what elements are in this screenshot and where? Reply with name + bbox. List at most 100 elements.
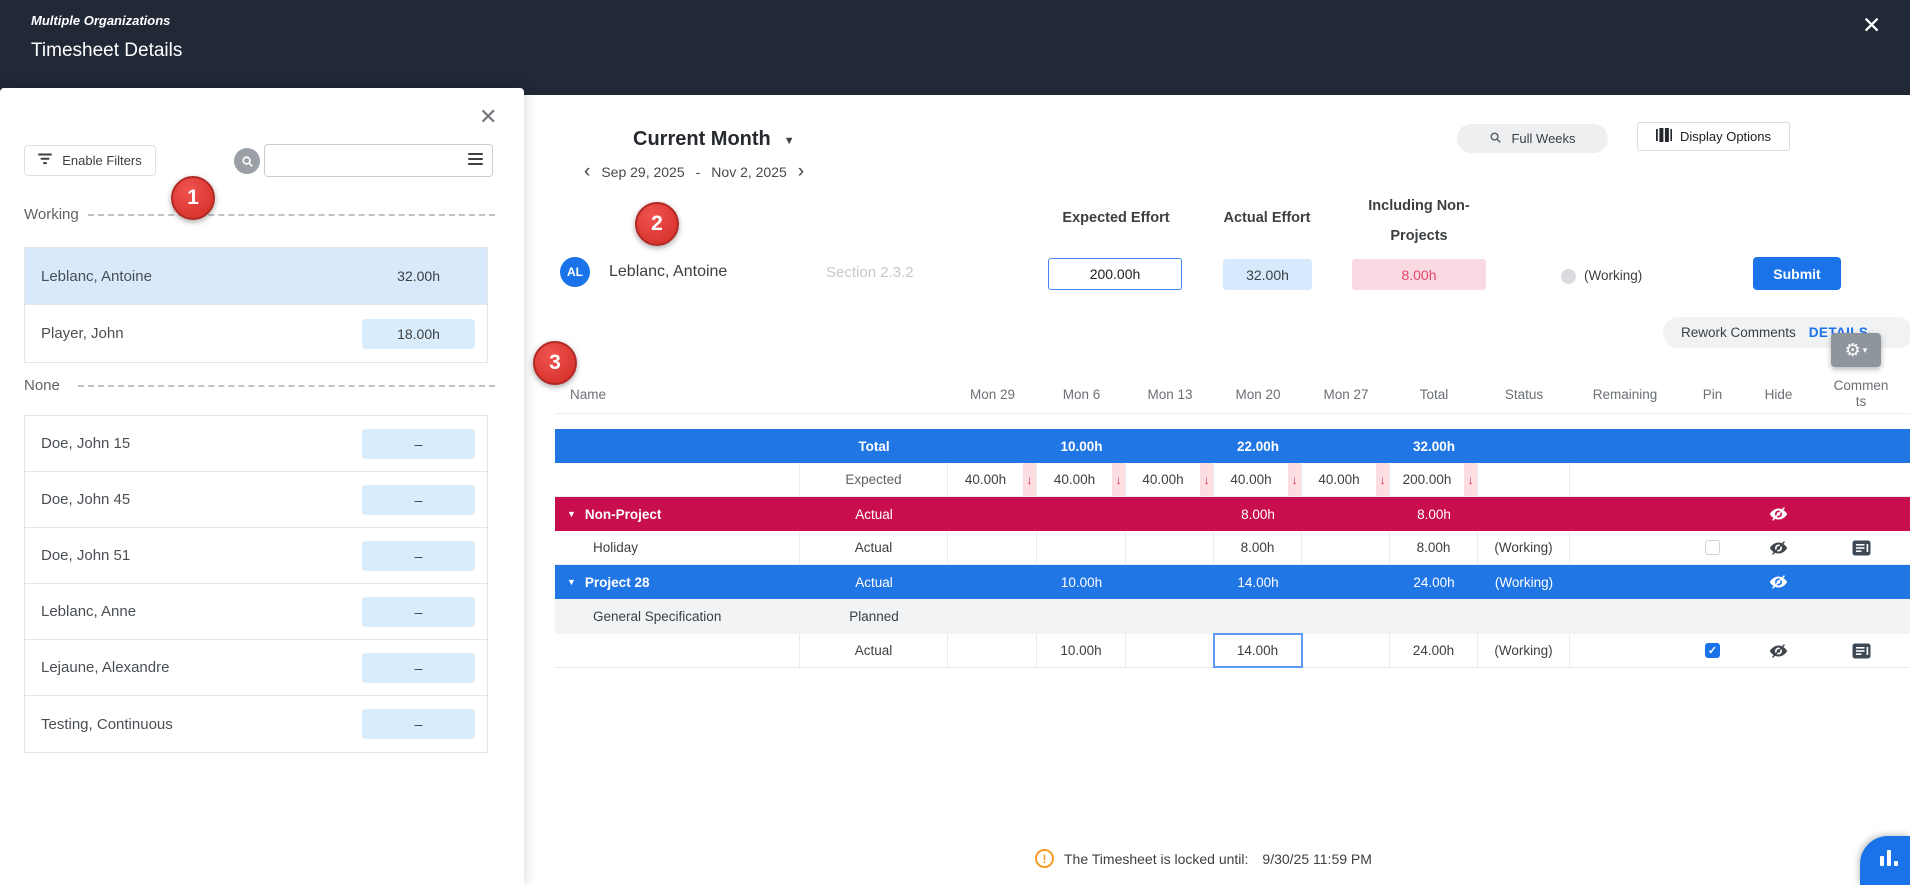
category-name: Project 28 bbox=[585, 575, 650, 590]
group-label-working: Working bbox=[24, 206, 79, 223]
collapse-caret-icon[interactable]: ▼ bbox=[567, 509, 576, 519]
annotation-badge-3: 3 bbox=[533, 341, 577, 385]
gear-icon: ⚙ bbox=[1845, 341, 1861, 359]
expected-mon27: 40.00h bbox=[1302, 472, 1376, 487]
arrow-down-icon: ↓ bbox=[1112, 463, 1125, 496]
actual-mon6[interactable]: 10.00h bbox=[1037, 634, 1126, 667]
actual-effort-header: Actual Effort bbox=[1192, 210, 1342, 226]
actual-mon29[interactable] bbox=[948, 634, 1037, 667]
col-header-name: Name bbox=[555, 375, 800, 413]
comment-icon[interactable] bbox=[1812, 531, 1910, 564]
prev-period-icon[interactable]: ‹ bbox=[584, 162, 590, 181]
search-menu-icon[interactable] bbox=[468, 153, 483, 168]
filter-icon bbox=[38, 153, 53, 168]
category-name: Non-Project bbox=[585, 507, 662, 522]
holiday-mon20[interactable]: 8.00h bbox=[1214, 531, 1302, 564]
person-name: Leblanc, Anne bbox=[41, 603, 136, 620]
expected-total: 200.00h bbox=[1390, 472, 1464, 487]
person-hours-chip: – bbox=[362, 653, 475, 683]
actual-mon27[interactable] bbox=[1302, 634, 1390, 667]
person-name: Leblanc, Antoine bbox=[41, 268, 152, 285]
next-period-icon[interactable]: › bbox=[798, 162, 804, 181]
col-header-comments: Comments bbox=[1812, 375, 1910, 413]
person-row-lejaune-alexandre[interactable]: Lejaune, Alexandre – bbox=[25, 640, 487, 696]
hide-row-icon[interactable] bbox=[1745, 565, 1812, 599]
expected-effort-input[interactable]: 200.00h bbox=[1048, 258, 1182, 290]
project28-status: (Working) bbox=[1478, 565, 1570, 599]
task-name: General Specification bbox=[555, 599, 800, 634]
table-settings-button[interactable]: ⚙ ▾ bbox=[1831, 333, 1881, 367]
columns-icon bbox=[1656, 128, 1672, 145]
hide-row-icon[interactable] bbox=[1745, 497, 1812, 531]
person-row-doe-john-15[interactable]: Doe, John 15 – bbox=[25, 416, 487, 472]
timesheet-details-window: Multiple Organizations Timesheet Details… bbox=[0, 0, 1910, 885]
col-header-mon6: Mon 6 bbox=[1037, 375, 1126, 413]
total-row: Total 10.00h 22.00h 32.00h bbox=[555, 429, 1910, 463]
person-name: Doe, John 51 bbox=[41, 547, 130, 564]
row-type: Planned bbox=[800, 599, 948, 634]
project28-total: 24.00h bbox=[1390, 565, 1478, 599]
bar-chart-icon bbox=[1880, 850, 1898, 866]
pin-checkbox[interactable] bbox=[1705, 540, 1720, 555]
holiday-total: 8.00h bbox=[1390, 531, 1478, 564]
holiday-status: (Working) bbox=[1478, 531, 1570, 564]
period-selector[interactable]: Current Month ▼ bbox=[633, 128, 795, 151]
enable-filters-button[interactable]: Enable Filters bbox=[24, 145, 156, 176]
person-name: Doe, John 15 bbox=[41, 435, 130, 452]
actual-mon20-focused-cell[interactable]: 14.00h bbox=[1214, 634, 1302, 667]
person-section: Section 2.3.2 bbox=[826, 264, 914, 281]
holiday-mon27[interactable] bbox=[1302, 531, 1390, 564]
actual-mon13[interactable] bbox=[1126, 634, 1214, 667]
annotation-badge-1: 1 bbox=[171, 176, 215, 220]
window-close-icon[interactable]: ✕ bbox=[1862, 12, 1881, 39]
person-row-doe-john-51[interactable]: Doe, John 51 – bbox=[25, 528, 487, 584]
col-header-mon27: Mon 27 bbox=[1302, 375, 1390, 413]
pin-checkbox[interactable]: ✓ bbox=[1705, 643, 1720, 658]
person-row-leblanc-anne[interactable]: Leblanc, Anne – bbox=[25, 584, 487, 640]
arrow-down-icon: ↓ bbox=[1464, 463, 1477, 496]
person-row-testing-continuous[interactable]: Testing, Continuous – bbox=[25, 696, 487, 752]
hide-row-icon[interactable] bbox=[1745, 634, 1812, 667]
general-specification-row: General Specification Planned bbox=[555, 599, 1910, 634]
person-row-player-john[interactable]: Player, John 18.00h bbox=[25, 305, 487, 362]
holiday-mon13[interactable] bbox=[1126, 531, 1214, 564]
avatar: AL bbox=[560, 257, 590, 287]
total-total: 32.00h bbox=[1390, 429, 1478, 463]
app-header: Multiple Organizations Timesheet Details… bbox=[0, 0, 1910, 95]
project-28-category-row: ▼ Project 28 Actual 10.00h 14.00h 24.00h… bbox=[555, 565, 1910, 599]
search-icon[interactable] bbox=[234, 148, 260, 174]
col-header-hide: Hide bbox=[1745, 375, 1812, 413]
timesheet-table: Name Mon 29 Mon 6 Mon 13 Mon 20 Mon 27 T… bbox=[555, 375, 1910, 668]
comment-icon[interactable] bbox=[1812, 634, 1910, 667]
reports-fab[interactable] bbox=[1860, 836, 1910, 885]
person-row-doe-john-45[interactable]: Doe, John 45 – bbox=[25, 472, 487, 528]
person-hours-chip: – bbox=[362, 709, 475, 739]
col-header-status: Status bbox=[1478, 375, 1570, 413]
hide-row-icon[interactable] bbox=[1745, 531, 1812, 564]
collapse-caret-icon[interactable]: ▼ bbox=[567, 577, 576, 587]
nonproject-mon20: 8.00h bbox=[1214, 497, 1302, 531]
col-header-pin: Pin bbox=[1680, 375, 1745, 413]
holiday-mon6[interactable] bbox=[1037, 531, 1126, 564]
person-row-leblanc-antoine[interactable]: Leblanc, Antoine 32.00h bbox=[25, 248, 487, 305]
person-hours-chip: – bbox=[362, 429, 475, 459]
row-type: Actual bbox=[800, 634, 948, 667]
search-input[interactable] bbox=[264, 144, 493, 177]
col-header-mon29: Mon 29 bbox=[948, 375, 1037, 413]
panel-close-icon[interactable]: ✕ bbox=[479, 104, 497, 130]
row-type: Expected bbox=[800, 463, 948, 496]
org-subtitle: Multiple Organizations bbox=[31, 13, 170, 28]
page-title: Timesheet Details bbox=[31, 40, 182, 62]
chevron-down-icon: ▼ bbox=[784, 135, 795, 147]
display-options-button[interactable]: Display Options bbox=[1637, 122, 1790, 151]
col-header-total: Total bbox=[1390, 375, 1478, 413]
full-weeks-pill[interactable]: Full Weeks bbox=[1457, 124, 1608, 153]
col-header-remaining: Remaining bbox=[1570, 375, 1680, 413]
row-type: Total bbox=[800, 429, 948, 463]
actual-effort-value: 32.00h bbox=[1223, 259, 1312, 290]
warning-icon: ! bbox=[1035, 849, 1054, 868]
col-header-mon20: Mon 20 bbox=[1214, 375, 1302, 413]
holiday-mon29[interactable] bbox=[948, 531, 1037, 564]
submit-button[interactable]: Submit bbox=[1753, 257, 1841, 290]
person-hours-chip: 18.00h bbox=[362, 319, 475, 349]
